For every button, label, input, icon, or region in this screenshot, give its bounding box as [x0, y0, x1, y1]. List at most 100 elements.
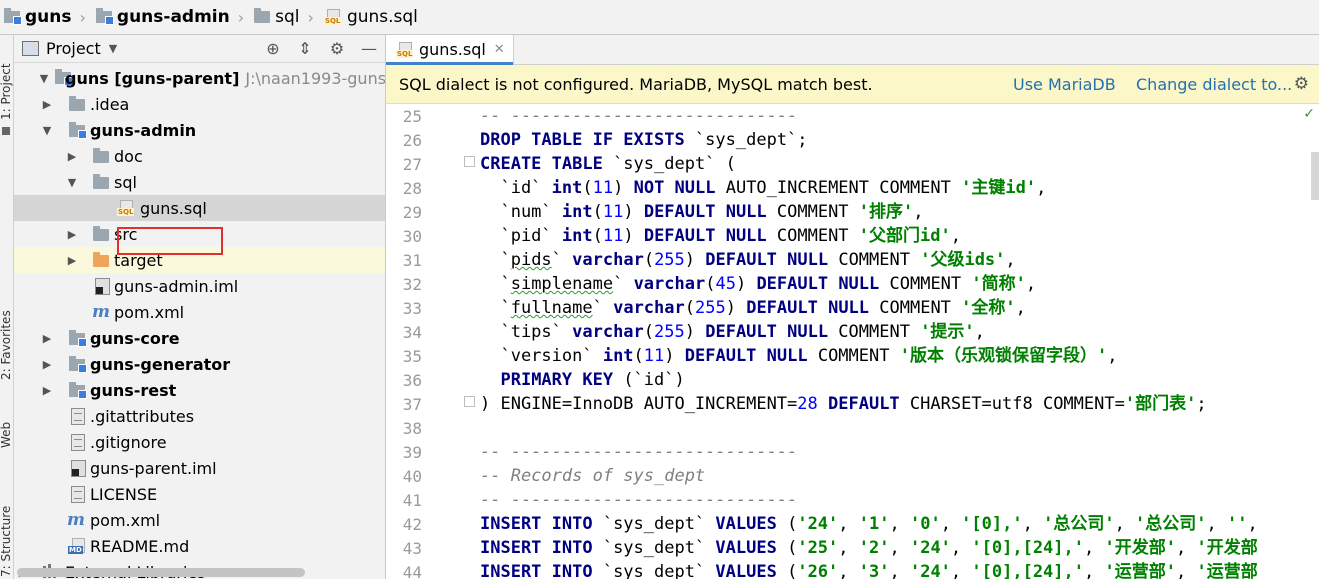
- vertical-scrollbar[interactable]: [1311, 152, 1319, 200]
- tree-item-gitattributes[interactable]: .gitattributes: [14, 403, 385, 429]
- line-number: 44: [402, 563, 422, 579]
- chevron-right-icon: ›: [237, 7, 245, 27]
- tool-tab-project[interactable]: 1: Project: [0, 63, 13, 120]
- code-line-33: `fullname` varchar(255) DEFAULT NULL COM…: [480, 298, 1026, 318]
- line-number: 40: [402, 467, 422, 486]
- tree-item-sql[interactable]: ▼ sql: [14, 169, 385, 195]
- gear-icon[interactable]: ⚙: [1294, 74, 1309, 94]
- code-line-35: `version` int(11) DEFAULT NULL COMMENT '…: [480, 346, 1118, 366]
- chevron-right-icon[interactable]: ▶: [41, 358, 53, 371]
- tree-item-label: doc: [114, 146, 143, 166]
- tree-item-license[interactable]: LICENSE: [14, 481, 385, 507]
- tree-item-label: LICENSE: [90, 484, 158, 504]
- module-folder-icon: [69, 356, 87, 373]
- tree-item-guns-admin-iml[interactable]: guns-admin.iml: [14, 273, 385, 299]
- code-editor[interactable]: -- ---------------------------- DROP TAB…: [386, 104, 1319, 579]
- tool-tab-structure[interactable]: 7: Structure: [0, 506, 13, 577]
- tree-item-label: .gitignore: [90, 432, 167, 452]
- line-number: 39: [402, 443, 422, 462]
- tree-item-guns[interactable]: ▼ guns [guns-parent]J:\naan1993-guns-m: [14, 65, 385, 91]
- sql-file-icon: SQL: [396, 41, 414, 58]
- chevron-right-icon[interactable]: ▶: [66, 254, 78, 267]
- code-content[interactable]: -- ---------------------------- DROP TAB…: [480, 104, 1319, 579]
- line-number: 37: [402, 395, 422, 414]
- tree-item-guns-sql[interactable]: SQL guns.sql: [14, 195, 385, 221]
- chevron-right-icon[interactable]: ▶: [41, 384, 53, 397]
- maven-icon: m: [92, 302, 110, 322]
- tree-item-doc[interactable]: ▶ doc: [14, 143, 385, 169]
- tree-item-label: .gitattributes: [90, 406, 195, 426]
- expand-arrow-icon[interactable]: ▼: [41, 124, 53, 137]
- collapse-all-icon[interactable]: ⇕: [289, 39, 321, 58]
- code-line-43: INSERT INTO `sys_dept` VALUES ('25', '2'…: [480, 538, 1258, 558]
- tree-item-label: guns.sql: [140, 198, 207, 218]
- tree-item-label: guns-generator: [90, 354, 231, 374]
- project-panel-header: Project ▼ ⊕ ⇕ ⚙ —: [14, 35, 385, 63]
- breadcrumb-guns-sql[interactable]: SQL guns.sql: [323, 7, 418, 27]
- maven-icon: m: [67, 510, 85, 530]
- project-view-selector[interactable]: Project ▼: [22, 39, 117, 58]
- code-line-37: ) ENGINE=InnoDB AUTO_INCREMENT=28 DEFAUL…: [480, 394, 1207, 414]
- line-number: 29: [402, 203, 422, 222]
- chevron-right-icon: ›: [79, 7, 86, 27]
- tab-label: guns.sql: [419, 40, 486, 59]
- breadcrumb-guns[interactable]: guns: [4, 7, 72, 27]
- chevron-right-icon[interactable]: ▶: [66, 150, 78, 163]
- tool-tab-web[interactable]: Web: [0, 422, 13, 448]
- tree-item-gitignore[interactable]: .gitignore: [14, 429, 385, 455]
- line-number: 38: [402, 419, 422, 438]
- line-number: 31: [402, 251, 422, 270]
- fold-marker-icon[interactable]: [464, 156, 475, 167]
- line-number: 41: [402, 491, 422, 510]
- change-dialect-link[interactable]: Change dialect to...: [1136, 75, 1292, 94]
- hide-icon[interactable]: —: [353, 39, 385, 58]
- locate-icon[interactable]: ⊕: [257, 39, 289, 58]
- code-line-29: `num` int(11) DEFAULT NULL COMMENT '排序',: [480, 202, 924, 222]
- chevron-right-icon: ›: [307, 7, 314, 27]
- navigation-bar: guns › guns-admin › sql › SQL guns.sql: [0, 0, 1319, 35]
- horizontal-scrollbar[interactable]: [17, 568, 305, 577]
- tool-tab-favorites[interactable]: 2: Favorites: [0, 310, 13, 380]
- tab-guns-sql[interactable]: SQL guns.sql ✕: [386, 35, 514, 65]
- gear-icon[interactable]: ⚙: [321, 39, 353, 58]
- folder-icon: [69, 96, 85, 111]
- fold-marker-icon[interactable]: [464, 396, 475, 407]
- code-line-26: DROP TABLE IF EXISTS `sys_dept`;: [480, 130, 808, 150]
- tree-item-guns-core[interactable]: ▶ guns-core: [14, 325, 385, 351]
- tree-item-guns-generator[interactable]: ▶ guns-generator: [14, 351, 385, 377]
- line-number: 26: [402, 131, 422, 150]
- close-icon[interactable]: ✕: [494, 42, 505, 57]
- chevron-right-icon[interactable]: ▶: [66, 228, 78, 241]
- tree-item-guns-parent-iml[interactable]: guns-parent.iml: [14, 455, 385, 481]
- text-file-icon: [71, 408, 85, 425]
- module-folder-icon: [95, 8, 114, 25]
- code-line-27: CREATE TABLE `sys_dept` (: [480, 154, 736, 174]
- expand-arrow-icon[interactable]: ▼: [66, 176, 78, 189]
- line-number: 30: [402, 227, 422, 246]
- tree-item-readme[interactable]: MD README.md: [14, 533, 385, 559]
- tree-item-label: guns-admin: [90, 120, 197, 140]
- project-window-icon: [22, 41, 39, 56]
- code-line-42: INSERT INTO `sys_dept` VALUES ('24', '1'…: [480, 514, 1258, 534]
- tree-item-label: pom.xml: [90, 510, 161, 530]
- dialect-notification-bar: SQL dialect is not configured. MariaDB, …: [386, 65, 1319, 104]
- chevron-right-icon[interactable]: ▶: [41, 332, 53, 345]
- tree-item-idea[interactable]: ▶ .idea: [14, 91, 385, 117]
- code-line-44: INSERT INTO `sys_dept` VALUES ('26', '3'…: [480, 562, 1258, 579]
- expand-arrow-icon[interactable]: ▼: [38, 72, 50, 85]
- line-number: 33: [402, 299, 422, 318]
- sql-file-icon: SQL: [117, 200, 135, 216]
- use-mariadb-link[interactable]: Use MariaDB: [1013, 75, 1116, 94]
- tree-item-guns-admin[interactable]: ▼ guns-admin: [14, 117, 385, 143]
- breadcrumb-sql[interactable]: sql: [254, 7, 300, 27]
- line-number: 36: [402, 371, 422, 390]
- module-folder-icon: [69, 330, 87, 347]
- chevron-right-icon[interactable]: ▶: [41, 98, 53, 111]
- tree-item-pom-xml-root[interactable]: m pom.xml: [14, 507, 385, 533]
- tree-item-pom-xml[interactable]: m pom.xml: [14, 299, 385, 325]
- code-line-25: -- ----------------------------: [480, 106, 798, 126]
- tree-item-guns-rest[interactable]: ▶ guns-rest: [14, 377, 385, 403]
- code-line-40: -- Records of sys_dept: [480, 466, 706, 486]
- breadcrumb-guns-admin[interactable]: guns-admin: [95, 7, 230, 27]
- folder-icon: [93, 174, 109, 189]
